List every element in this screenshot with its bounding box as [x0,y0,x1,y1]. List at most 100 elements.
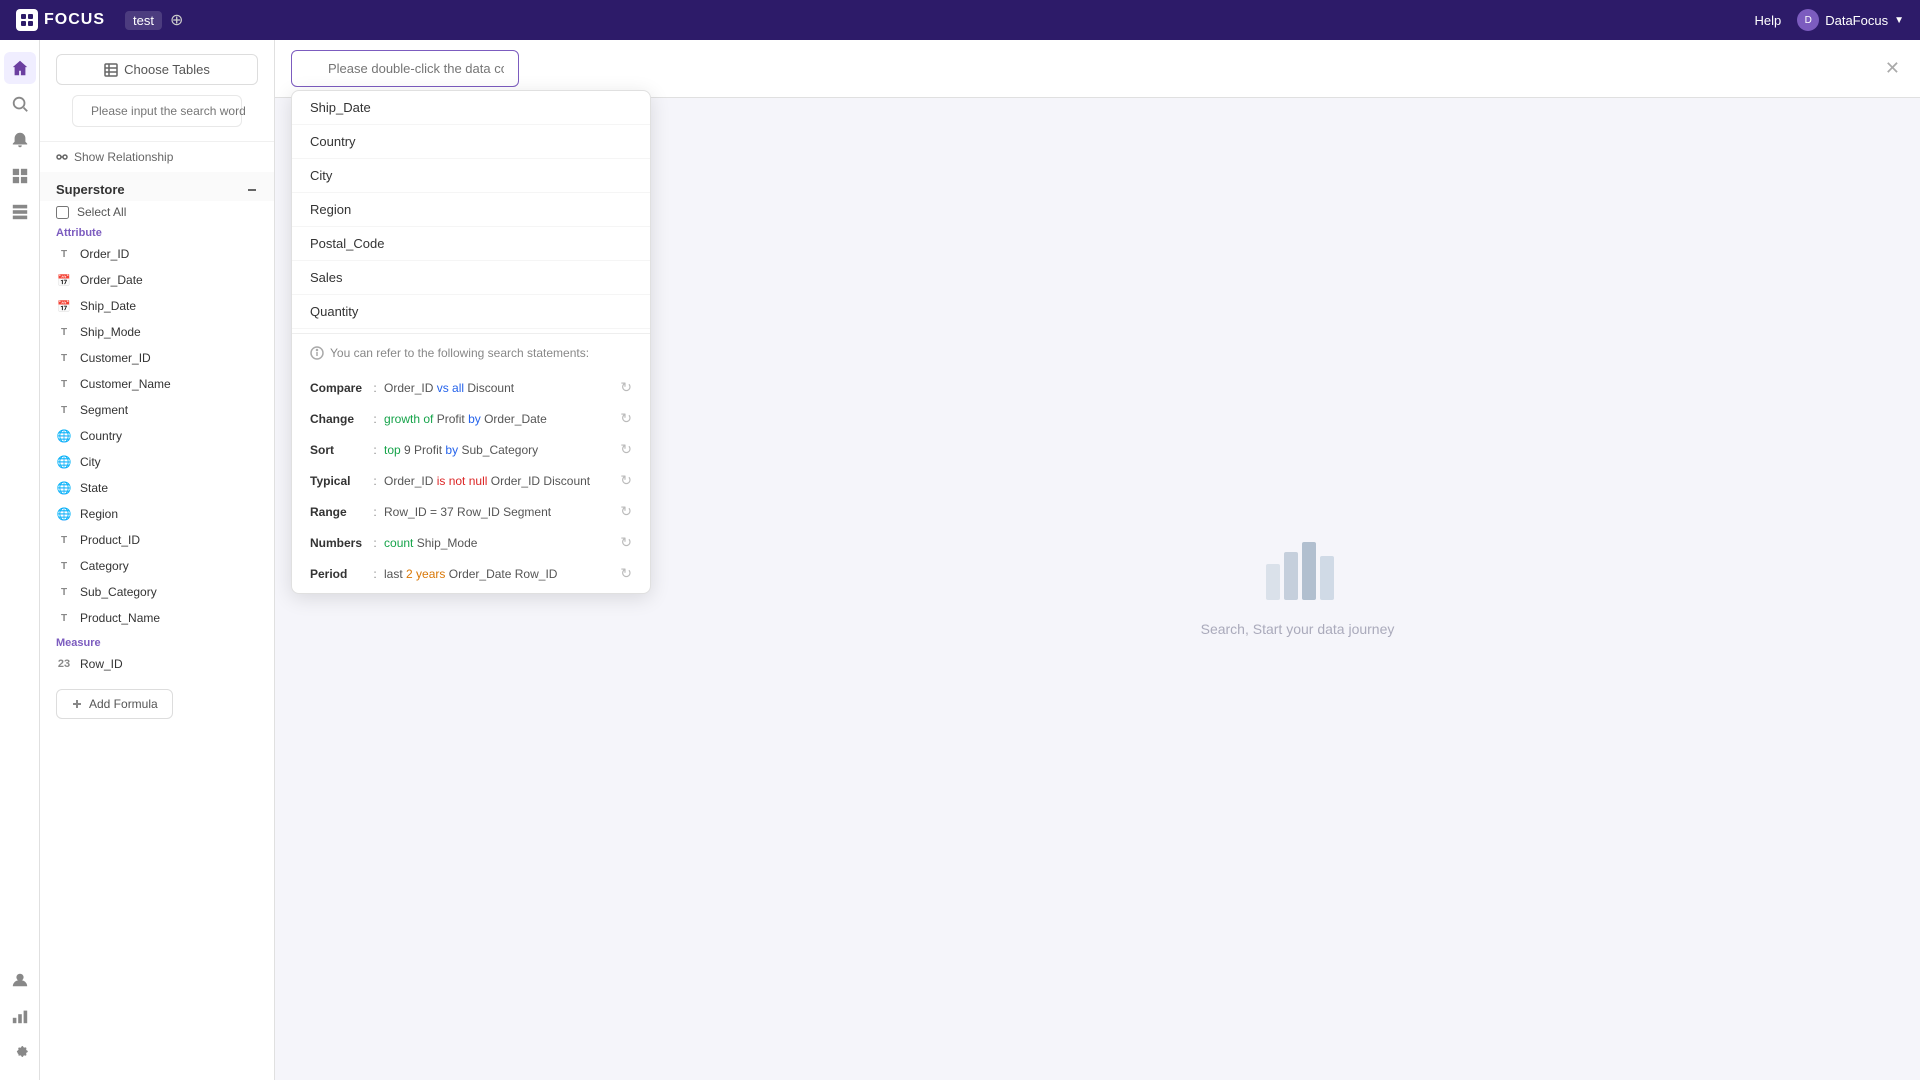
field-item[interactable]: T Customer_Name [40,371,274,397]
field-type-text-icon: T [56,532,72,548]
refresh-icon[interactable]: ↻ [620,441,632,458]
help-link[interactable]: Help [1754,13,1781,28]
field-item[interactable]: T Category [40,553,274,579]
choose-tables-button[interactable]: Choose Tables [56,54,258,85]
sidebar-alert-icon[interactable] [4,124,36,156]
select-all-label: Select All [77,205,126,219]
field-search-input[interactable] [91,104,246,118]
app-logo: FOCUS [16,9,105,31]
field-item[interactable]: T Product_Name [40,605,274,631]
field-item[interactable]: T Segment [40,397,274,423]
keyword-typical-row[interactable]: Typical : Order_ID is not null Order_ID … [292,465,650,496]
field-type-date-icon: 📅 [56,272,72,288]
user-name: DataFocus [1825,13,1888,28]
refresh-icon[interactable]: ↻ [620,410,632,427]
select-all-row: Select All [40,201,274,221]
field-type-text-icon: T [56,350,72,366]
user-avatar: D [1797,9,1819,31]
sidebar-settings-icon[interactable] [4,1036,36,1068]
field-item[interactable]: 📅 Ship_Date [40,293,274,319]
column-suggestion-item[interactable]: Region [292,193,650,227]
field-type-text-icon: T [56,584,72,600]
field-item[interactable]: 🌐 State [40,475,274,501]
keyword-sort-row[interactable]: Sort : top 9 Profit by Sub_Category ↻ [292,434,650,465]
left-panel: Choose Tables Show Relationship Supersto… [40,40,275,1080]
refresh-icon[interactable]: ↻ [620,565,632,582]
main-search-input[interactable] [291,50,519,87]
table-icon [104,63,118,77]
column-suggestion-item[interactable]: City [292,159,650,193]
add-formula-icon [71,698,83,710]
field-item[interactable]: 🌐 City [40,449,274,475]
sidebar-grid-icon[interactable] [4,196,36,228]
sidebar-layout-icon[interactable] [4,160,36,192]
logo-icon [16,9,38,31]
search-hint: You can refer to the following search st… [292,338,650,368]
field-type-text-icon: T [56,324,72,340]
column-suggestion-item[interactable]: Quantity [292,295,650,329]
show-relationship-toggle[interactable]: Show Relationship [40,142,274,172]
field-type-globe-icon: 🌐 [56,506,72,522]
field-type-text-icon: T [56,402,72,418]
field-type-text-icon: T [56,376,72,392]
field-item[interactable]: T Order_ID [40,241,274,267]
column-suggestion-item[interactable]: Country [292,125,650,159]
sidebar-user-icon[interactable] [4,964,36,996]
field-type-globe-icon: 🌐 [56,480,72,496]
refresh-icon[interactable]: ↻ [620,534,632,551]
nav-tab-test[interactable]: test [125,11,162,30]
keyword-period-row[interactable]: Period : last 2 years Order_Date Row_ID … [292,558,650,589]
keyword-compare-row[interactable]: Compare : Order_ID vs all Discount ↻ [292,372,650,403]
empty-state-text: Search, Start your data journey [1201,621,1395,637]
field-type-text-icon: T [56,558,72,574]
field-item[interactable]: T Ship_Mode [40,319,274,345]
nav-right: Help D DataFocus ▼ [1754,9,1904,31]
section-superstore-header: Superstore [40,172,274,201]
refresh-icon[interactable]: ↻ [620,503,632,520]
field-item[interactable]: 📅 Order_Date [40,267,274,293]
keyword-range-row[interactable]: Range : Row_ID = 37 Row_ID Segment ↻ [292,496,650,527]
column-suggestion-item[interactable]: Postal_Code [292,227,650,261]
relationship-icon [56,151,68,163]
column-suggestion-item[interactable]: Ship_Date [292,91,650,125]
keyword-suggestions: Compare : Order_ID vs all Discount ↻ Cha… [292,368,650,593]
superstore-title: Superstore [56,182,125,197]
add-tab-button[interactable]: ⊕ [170,10,183,30]
field-type-text-icon: T [56,610,72,626]
field-type-globe-icon: 🌐 [56,428,72,444]
user-dropdown-icon: ▼ [1894,15,1904,26]
select-all-checkbox[interactable] [56,206,69,219]
main-content: ✕ Ship_Date Country City Region Postal_C… [275,40,1920,1080]
refresh-icon[interactable]: ↻ [620,379,632,396]
field-item[interactable]: T Customer_ID [40,345,274,371]
field-type-number-icon: 23 [56,656,72,672]
field-item[interactable]: 🌐 Region [40,501,274,527]
field-type-date-icon: 📅 [56,298,72,314]
keyword-change-row[interactable]: Change : growth of Profit by Order_Date … [292,403,650,434]
empty-state: Search, Start your data journey [675,90,1920,1080]
top-navigation: FOCUS test ⊕ Help D DataFocus ▼ [0,0,1920,40]
keyword-numbers-row[interactable]: Numbers : count Ship_Mode ↻ [292,527,650,558]
add-formula-button[interactable]: Add Formula [56,689,173,719]
field-search-box [72,95,242,127]
field-item[interactable]: 23 Row_ID [40,651,274,677]
column-suggestion-item[interactable]: Sales [292,261,650,295]
sidebar-chart-icon[interactable] [4,1000,36,1032]
field-item[interactable]: T Sub_Category [40,579,274,605]
hint-icon [310,346,324,360]
panel-top: Choose Tables [40,40,274,142]
field-item[interactable]: 🌐 Country [40,423,274,449]
sidebar-search-icon[interactable] [4,88,36,120]
field-type-text-icon: T [56,246,72,262]
search-clear-button[interactable]: ✕ [1881,58,1904,79]
attribute-section-label: Attribute [40,221,274,241]
collapse-icon[interactable] [246,184,258,196]
sidebar-home-icon[interactable] [4,52,36,84]
user-menu[interactable]: D DataFocus ▼ [1797,9,1904,31]
autocomplete-dropdown: Ship_Date Country City Region Postal_Cod… [291,90,651,594]
left-sidebar [0,40,40,1080]
field-item[interactable]: T Product_ID [40,527,274,553]
measure-section-label: Measure [40,631,274,651]
refresh-icon[interactable]: ↻ [620,472,632,489]
dropdown-divider [292,333,650,334]
